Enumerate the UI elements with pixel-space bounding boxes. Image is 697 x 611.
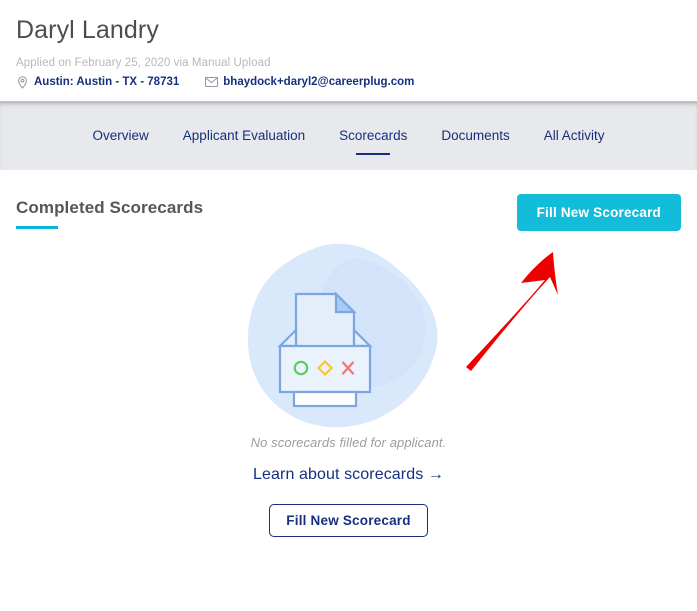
scorecard-document-illustration [239, 237, 459, 437]
map-pin-icon [16, 76, 29, 89]
fill-new-scorecard-button-primary[interactable]: Fill New Scorecard [516, 194, 681, 231]
tab-overview-label: Overview [92, 127, 149, 143]
tab-documents[interactable]: Documents [424, 128, 526, 144]
tab-documents-label: Documents [441, 127, 510, 143]
scorecards-empty-state: No scorecards filled for applicant. Lear… [16, 237, 681, 537]
tab-applicant-evaluation[interactable]: Applicant Evaluation [166, 128, 322, 144]
tab-all-activity[interactable]: All Activity [527, 128, 622, 144]
applicant-tabbar: Overview Applicant Evaluation Scorecards… [0, 101, 697, 170]
section-header: Completed Scorecards Fill New Scorecard [16, 194, 681, 231]
learn-about-scorecards-link[interactable]: Learn about scorecards → [253, 466, 444, 484]
fill-new-scorecard-button-secondary[interactable]: Fill New Scorecard [269, 504, 428, 537]
applicant-meta-row: Austin: Austin - TX - 78731 bhaydock+dar… [16, 76, 681, 89]
tab-scorecards-label: Scorecards [339, 127, 408, 143]
tab-overview[interactable]: Overview [76, 128, 166, 144]
applicant-email-label: bhaydock+daryl2@careerplug.com [223, 76, 415, 89]
applied-on-text: Applied on February 25, 2020 via Manual … [16, 56, 271, 69]
tab-applicant-evaluation-label: Applicant Evaluation [182, 127, 306, 143]
page-title: Daryl Landry [16, 16, 159, 44]
section-title: Completed Scorecards [16, 198, 204, 217]
applicant-location-label: Austin: Austin - TX - 78731 [34, 76, 180, 89]
applicant-header: Daryl Landry Applied on February 25, 202… [0, 0, 697, 101]
applicant-email[interactable]: bhaydock+daryl2@careerplug.com [205, 76, 414, 89]
section-title-wrap: Completed Scorecards [16, 198, 204, 230]
scorecards-panel: Completed Scorecards Fill New Scorecard [0, 170, 697, 537]
section-title-underline [16, 226, 58, 230]
tab-scorecards[interactable]: Scorecards [322, 127, 424, 156]
applicant-location[interactable]: Austin: Austin - TX - 78731 [16, 76, 179, 89]
tab-active-underline [356, 153, 391, 156]
empty-state-message: No scorecards filled for applicant. [250, 435, 447, 450]
tab-all-activity-label: All Activity [543, 127, 605, 143]
envelope-icon [205, 76, 219, 89]
